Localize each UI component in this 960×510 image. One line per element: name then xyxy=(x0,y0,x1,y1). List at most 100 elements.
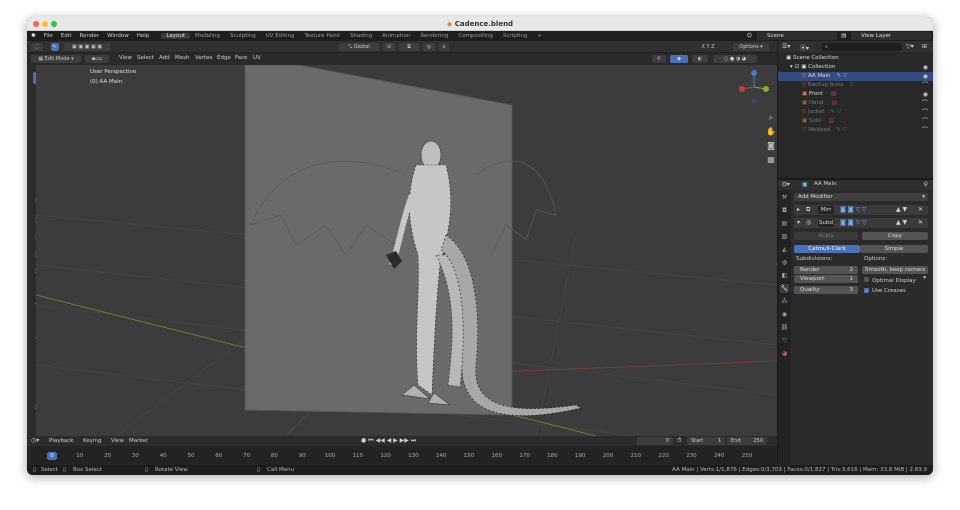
eye-closed-icon[interactable]: ⌒ xyxy=(922,117,928,126)
new-collection-icon[interactable]: ⊞ xyxy=(922,43,927,50)
menu-file[interactable]: File xyxy=(40,33,57,39)
3d-viewport[interactable]: User Perspective (0) AA Main ⌕ ✋ ◙ ▦ xyxy=(36,65,777,436)
viewport-levels-field[interactable]: Viewport 1 xyxy=(794,275,858,283)
playback-controls[interactable]: ● ⏮ ◀◀ ◀ ▶ ▶▶ ⏭ xyxy=(361,437,416,445)
shading-modes[interactable]: ○ ● ◑ ◕ xyxy=(713,55,757,63)
view-layer-selector[interactable]: View Layer xyxy=(851,32,931,40)
modifier-tab-icon[interactable]: 🔧 xyxy=(780,284,789,293)
menu-uv[interactable]: UV xyxy=(253,55,261,61)
mirror-axes[interactable]: X Y Z xyxy=(691,43,725,51)
mirror-axis-z[interactable]: Z xyxy=(711,44,714,50)
collapse-arrow-icon[interactable]: ▾ xyxy=(797,219,800,226)
menu-window[interactable]: Window xyxy=(103,33,133,39)
outliner-item-backup-bone[interactable]: ▽ Backup bone ▽ ⌒ xyxy=(778,81,933,90)
quality-field[interactable]: Quality 3 xyxy=(794,286,858,294)
xray-toggle[interactable]: ◐ xyxy=(692,55,708,63)
eye-closed-icon[interactable]: ⌒ xyxy=(922,81,928,90)
mirror-axis-y[interactable]: Y xyxy=(706,44,709,50)
proportional-edit-icon[interactable]: ◎ xyxy=(423,43,435,51)
menu-add[interactable]: Add xyxy=(159,55,170,61)
simple-button[interactable]: Simple xyxy=(860,245,928,253)
tab-rendering[interactable]: Rendering xyxy=(415,33,453,39)
view-layer-icon[interactable]: ▤ xyxy=(841,32,847,39)
eye-closed-icon[interactable]: ⌒ xyxy=(922,126,928,135)
outliner-item-aa-main[interactable]: ▽ AA Main ✎ ▽ ◉ xyxy=(778,72,933,81)
pivot-icon[interactable]: ⊙ xyxy=(383,43,395,51)
stopwatch-icon[interactable]: ⏱ xyxy=(677,437,682,445)
outliner-item-side[interactable]: ▣ Side ▨ ⌒ xyxy=(778,117,933,126)
pan-hand-icon[interactable]: ✋ xyxy=(766,127,776,137)
render-tab-icon[interactable]: ◘ xyxy=(780,206,789,215)
move-up-down-icons[interactable]: ▲ ▼ xyxy=(896,219,907,226)
outliner-editor-icon[interactable]: ☰▾ xyxy=(782,43,790,50)
end-frame-field[interactable]: End 250 xyxy=(727,437,767,445)
zoom-icon[interactable]: ⌕ xyxy=(766,113,776,123)
menu-keying[interactable]: Keying xyxy=(83,438,101,444)
tab-shading[interactable]: Shading xyxy=(345,33,377,39)
menu-select[interactable]: Select xyxy=(137,55,154,61)
falloff-icon[interactable]: ∧ xyxy=(439,43,449,51)
menu-face[interactable]: Face xyxy=(235,55,247,61)
menu-playback[interactable]: Playback xyxy=(49,438,74,444)
output-tab-icon[interactable]: ▤ xyxy=(780,219,789,228)
menu-mesh[interactable]: Mesh xyxy=(175,55,189,61)
select-mode-group[interactable]: ▣ ▣ ▣ ▣ ▣ xyxy=(64,43,110,51)
mirror-modifier-header[interactable]: ▸ ⧉ Mirr ◙ ◙ ▽ ▽ ▲ ▼ ✕ xyxy=(794,205,928,215)
scene-tab-icon[interactable]: ◭ xyxy=(780,245,789,254)
add-modifier-dropdown[interactable]: Add Modifier ▾ xyxy=(794,193,928,201)
menu-vertex[interactable]: Vertex xyxy=(195,55,213,61)
start-frame-field[interactable]: Start 1 xyxy=(687,437,725,445)
tab-compositing[interactable]: Compositing xyxy=(453,33,497,39)
orientation-dropdown[interactable]: ⤡ Global xyxy=(339,43,379,51)
menu-render[interactable]: Render xyxy=(75,33,103,39)
current-frame-field[interactable]: 0 xyxy=(637,437,673,445)
material-tab-icon[interactable]: ◕ xyxy=(780,349,789,358)
scene-icon[interactable]: ⛭ xyxy=(747,32,752,40)
uv-smooth-dropdown[interactable]: Smooth, keep corners ▾ xyxy=(862,266,928,281)
camera-view-icon[interactable]: ◙ xyxy=(766,141,776,151)
ortho-grid-icon[interactable]: ▦ xyxy=(766,155,776,165)
optimal-display-checkbox[interactable]: Optimal Display xyxy=(864,277,916,284)
properties-editor-icon[interactable]: ⛭▾ xyxy=(782,181,790,189)
outliner-item-hand[interactable]: ▣ Hand ▨ ⌒ xyxy=(778,99,933,108)
viewport-gizmo-toggle[interactable]: ⚲ xyxy=(652,55,666,63)
apply-button[interactable]: Apply xyxy=(794,232,858,240)
tab-animation[interactable]: Animation xyxy=(377,33,415,39)
catmull-clark-button[interactable]: Catmull-Clark xyxy=(794,245,860,253)
menu-edit[interactable]: Edit xyxy=(57,33,76,39)
timeline-editor-type-icon[interactable]: ◷▾ xyxy=(31,437,39,444)
data-tab-icon[interactable]: ▽ xyxy=(780,336,789,345)
menu-help[interactable]: Help xyxy=(133,33,154,39)
render-levels-field[interactable]: Render 2 xyxy=(794,266,858,274)
mirror-modifier-name[interactable]: Mirr xyxy=(818,206,834,214)
remove-modifier-icon[interactable]: ✕ xyxy=(918,206,923,213)
menu-marker[interactable]: Marker xyxy=(129,438,148,444)
eye-closed-icon[interactable]: ⌒ xyxy=(922,99,928,108)
menu-view[interactable]: View xyxy=(119,55,132,61)
eye-icon[interactable]: ◉ xyxy=(923,63,928,72)
tab-layout[interactable]: Layout xyxy=(161,33,191,39)
vertex-edge-face-select[interactable]: ▪▫▫ xyxy=(85,55,109,63)
snap-icon[interactable]: ⧉ xyxy=(399,43,419,51)
frame-ruler[interactable]: 0 10 20 30 40 50 60 70 80 90 100 110 120 130 140 150 160… xyxy=(27,446,777,465)
world-tab-icon[interactable]: ◍ xyxy=(780,258,789,267)
outliner-item-webbed[interactable]: ▽ Webbed ✎ ▽ ⌒ xyxy=(778,126,933,135)
blender-logo-icon[interactable]: ✺ xyxy=(27,33,40,39)
view-layer-tab-icon[interactable]: ▧ xyxy=(780,232,789,241)
outliner-search-input[interactable]: ⌕ xyxy=(822,43,902,51)
eye-icon[interactable]: ◉ xyxy=(923,72,928,81)
subsurf-modifier-name[interactable]: Subd xyxy=(818,219,834,227)
display-mode-icon[interactable]: ⦿▾ xyxy=(800,43,809,52)
scene-selector[interactable]: Scene xyxy=(757,32,837,40)
modifier-visibility-toggles[interactable]: ◙ ◙ ▽ ▽ xyxy=(840,219,867,226)
remove-modifier-icon[interactable]: ✕ xyxy=(918,219,923,226)
modifier-visibility-toggles[interactable]: ◙ ◙ ▽ ▽ xyxy=(840,206,867,213)
outliner-item-front[interactable]: ▣ Front ▨ ◉ xyxy=(778,90,933,99)
tab-modeling[interactable]: Modeling xyxy=(190,33,225,39)
add-workspace-button[interactable]: + xyxy=(532,33,547,39)
tool-tab-icon[interactable]: ⚒ xyxy=(780,193,789,202)
eye-icon[interactable]: ◉ xyxy=(923,90,928,99)
overlay-toggle[interactable]: ◈ xyxy=(670,55,688,63)
tab-uv-editing[interactable]: UV Editing xyxy=(261,33,300,39)
object-tab-icon[interactable]: ◧ xyxy=(780,271,789,280)
